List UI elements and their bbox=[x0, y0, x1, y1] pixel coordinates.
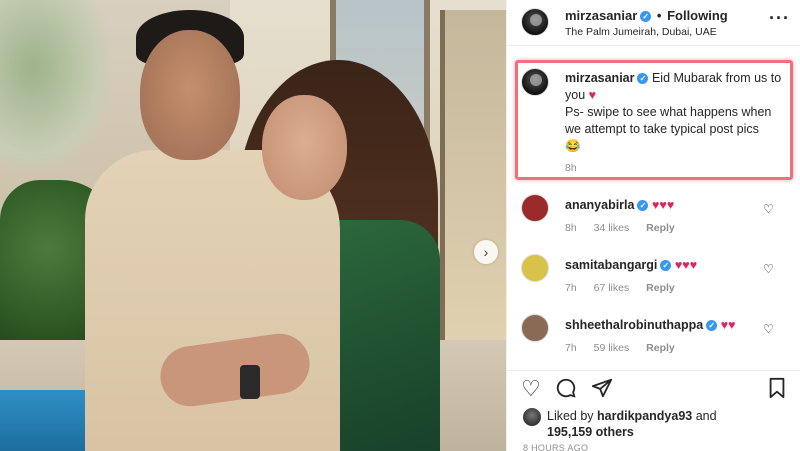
watch bbox=[240, 365, 260, 399]
comment-meta: 7h 67 likes Reply bbox=[565, 282, 689, 294]
post-photo[interactable]: › bbox=[0, 0, 506, 451]
post-time-ago: 8 HOURS AGO bbox=[523, 443, 589, 451]
heart-emoji-icon: ♥ bbox=[588, 88, 597, 102]
laughing-emoji-icon: 😂 bbox=[565, 139, 581, 153]
comment-meta: 7h 59 likes Reply bbox=[565, 342, 689, 354]
author-avatar[interactable] bbox=[521, 8, 549, 36]
verified-icon: ✓ bbox=[640, 11, 652, 22]
liker-avatar[interactable] bbox=[523, 408, 541, 426]
comment-like-icon[interactable]: ♡ bbox=[763, 322, 774, 336]
post-side-panel: mirzasaniar ✓ • Following The Palm Jumeir… bbox=[506, 0, 800, 451]
comment-time: 7h bbox=[565, 342, 577, 354]
likes-and: and bbox=[695, 409, 717, 423]
comment-text: shheethalrobinuthappa ✓ ♥♥ bbox=[565, 318, 736, 332]
likes-text: Liked by hardikpandya93 and 195,159 othe… bbox=[547, 408, 717, 440]
comment-username[interactable]: samitabangargi bbox=[565, 258, 657, 272]
more-options-icon[interactable]: ··· bbox=[769, 8, 790, 29]
caption-time: 8h bbox=[565, 162, 577, 174]
bookmark-icon[interactable] bbox=[767, 377, 787, 404]
comment-body: ♥♥ bbox=[720, 318, 736, 332]
following-button[interactable]: Following bbox=[667, 8, 728, 23]
comment-time: 7h bbox=[565, 282, 577, 294]
verified-icon: ✓ bbox=[660, 260, 672, 271]
comment-meta: 8h 34 likes Reply bbox=[565, 222, 689, 234]
author-username[interactable]: mirzasaniar bbox=[565, 8, 637, 23]
location-link[interactable]: The Palm Jumeirah, Dubai, UAE bbox=[565, 26, 717, 38]
reply-button[interactable]: Reply bbox=[646, 342, 675, 354]
woman-face bbox=[262, 95, 347, 200]
comment-text: ananyabirla ✓ ♥♥♥ bbox=[565, 198, 674, 212]
caption-line2: Ps- swipe to see what happens when we at… bbox=[565, 105, 772, 136]
author-line: mirzasaniar ✓ • Following bbox=[565, 8, 728, 23]
comment-likes[interactable]: 67 likes bbox=[594, 282, 630, 294]
caption-username[interactable]: mirzasaniar bbox=[565, 71, 634, 85]
background-palm bbox=[0, 0, 110, 170]
comment-bubble-icon[interactable] bbox=[555, 377, 577, 404]
verified-icon: ✓ bbox=[706, 320, 718, 331]
comment-likes[interactable]: 59 likes bbox=[594, 342, 630, 354]
comment-item: shheethalrobinuthappa ✓ ♥♥ 7h 59 likes Re… bbox=[507, 314, 800, 374]
comment-likes[interactable]: 34 likes bbox=[594, 222, 630, 234]
comment-avatar[interactable] bbox=[521, 194, 549, 222]
verified-icon: ✓ bbox=[637, 200, 649, 211]
verified-icon: ✓ bbox=[637, 73, 649, 84]
comment-like-icon[interactable]: ♡ bbox=[763, 262, 774, 276]
comment-avatar[interactable] bbox=[521, 314, 549, 342]
background-pool bbox=[0, 390, 90, 451]
comment-like-icon[interactable]: ♡ bbox=[763, 202, 774, 216]
comment-item: ananyabirla ✓ ♥♥♥ 8h 34 likes Reply ♡ bbox=[507, 194, 800, 254]
comment-body: ♥♥♥ bbox=[674, 258, 698, 272]
comment-avatar[interactable] bbox=[521, 254, 549, 282]
likes-count[interactable]: 195,159 others bbox=[547, 425, 634, 439]
reply-button[interactable]: Reply bbox=[646, 282, 675, 294]
chevron-right-icon: › bbox=[483, 244, 489, 260]
reply-button[interactable]: Reply bbox=[646, 222, 675, 234]
caption-text: mirzasaniar ✓ Eid Mubarak from us to you … bbox=[565, 70, 785, 155]
comment-text: samitabangargi ✓ ♥♥♥ bbox=[565, 258, 697, 272]
comment-time: 8h bbox=[565, 222, 577, 234]
comment-username[interactable]: ananyabirla bbox=[565, 198, 634, 212]
man-face bbox=[140, 30, 240, 160]
comment-item: samitabangargi ✓ ♥♥♥ 7h 67 likes Reply ♡ bbox=[507, 254, 800, 314]
carousel-next-button[interactable]: › bbox=[474, 240, 498, 264]
paper-plane-icon[interactable] bbox=[591, 377, 613, 404]
comment-username[interactable]: shheethalrobinuthappa bbox=[565, 318, 703, 332]
post-header: mirzasaniar ✓ • Following The Palm Jumeir… bbox=[507, 0, 800, 46]
comment-body: ♥♥♥ bbox=[651, 198, 675, 212]
caption-avatar[interactable] bbox=[521, 68, 549, 96]
heart-outline-icon[interactable]: ♡ bbox=[521, 377, 541, 401]
liker-username[interactable]: hardikpandya93 bbox=[597, 409, 692, 423]
background-window-right bbox=[440, 10, 506, 340]
likes-summary: Liked by hardikpandya93 and 195,159 othe… bbox=[507, 404, 800, 444]
separator-dot: • bbox=[656, 8, 662, 23]
likes-prefix: Liked by bbox=[547, 409, 594, 423]
